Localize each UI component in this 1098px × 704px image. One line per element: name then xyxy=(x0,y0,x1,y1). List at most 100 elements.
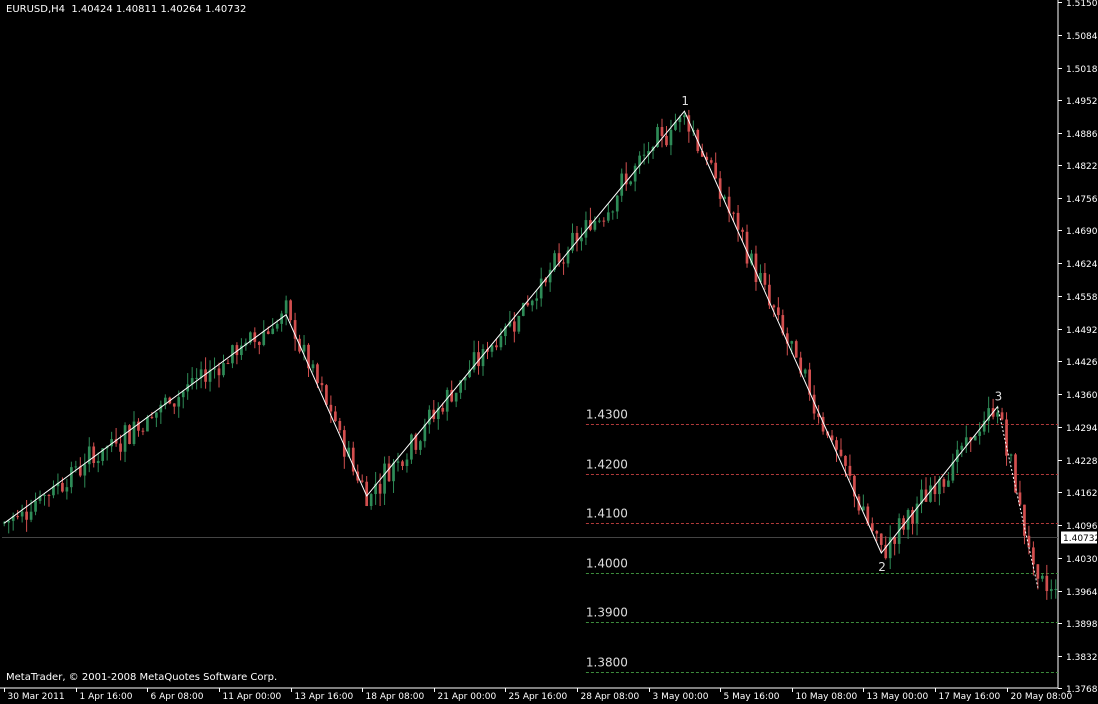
x-tick-label: 10 May 08:00 xyxy=(796,692,858,702)
candle-body xyxy=(34,500,37,512)
candle-body xyxy=(996,412,999,417)
candle-body xyxy=(316,364,319,384)
candle-body xyxy=(683,115,686,118)
candle-body xyxy=(65,487,69,492)
y-tick-label: 1.40960 xyxy=(1066,522,1098,532)
candle-body xyxy=(141,430,145,432)
y-tick-label: 1.42280 xyxy=(1066,457,1098,467)
candle-body xyxy=(714,162,718,179)
candle-body xyxy=(776,307,780,316)
candle-body xyxy=(257,341,261,345)
y-tick-label: 1.42940 xyxy=(1066,424,1098,434)
copyright-text: MetaTrader, © 2001-2008 MetaQuotes Softw… xyxy=(6,672,278,683)
candle-body xyxy=(25,511,28,520)
candle-body xyxy=(155,412,158,418)
y-tick-label: 1.44260 xyxy=(1066,358,1098,368)
candle-body xyxy=(334,411,337,422)
candle-body xyxy=(222,363,225,376)
candle-body xyxy=(284,300,288,314)
price-level-label: 1.4000 xyxy=(586,557,628,571)
candle-body xyxy=(262,331,266,345)
price-chart[interactable]: 1.51500 1.50840 1.50180 1.49520 1.48860 1.482… xyxy=(0,0,1098,704)
candle-body xyxy=(226,363,230,365)
candle-body xyxy=(1027,535,1031,548)
candle-body xyxy=(745,231,749,264)
wave-label: 2 xyxy=(878,560,886,574)
candle-body xyxy=(338,421,342,431)
candle-body xyxy=(1009,454,1013,456)
candle-body xyxy=(445,389,449,412)
candle-body xyxy=(803,369,807,374)
candle-body xyxy=(369,494,373,507)
candle-body xyxy=(539,278,543,299)
current-price-label: 1.40732 xyxy=(1063,534,1098,544)
candle-body xyxy=(20,511,24,517)
candle-body xyxy=(929,485,932,502)
candle-body xyxy=(879,533,883,545)
wave-label: 1 xyxy=(681,94,689,108)
y-tick-label: 1.51500 xyxy=(1066,0,1098,9)
candle-body xyxy=(772,305,776,308)
candle-body xyxy=(593,221,597,230)
candle-body xyxy=(419,441,422,450)
candle-body xyxy=(1032,547,1035,565)
y-tick-label: 1.46240 xyxy=(1066,260,1098,270)
candle-body xyxy=(732,212,735,214)
candle-body xyxy=(74,466,78,468)
candle-body xyxy=(580,237,583,242)
candle-body xyxy=(266,331,270,334)
candle-body xyxy=(947,480,950,487)
candle-body xyxy=(763,272,767,285)
candle-body xyxy=(1049,589,1053,592)
candle-body xyxy=(150,416,154,418)
candle-body xyxy=(754,253,758,283)
y-tick-label: 1.49520 xyxy=(1066,97,1098,107)
candle-body xyxy=(535,298,539,301)
candle-body xyxy=(642,154,646,156)
candle-body xyxy=(92,446,96,464)
candle-body xyxy=(271,328,275,334)
candle-body xyxy=(43,495,46,497)
y-tick-label: 1.46900 xyxy=(1066,227,1098,237)
x-tick-label: 13 May 00:00 xyxy=(867,692,929,702)
x-tick-label: 3 May 00:00 xyxy=(653,692,709,702)
zigzag-projection-line xyxy=(997,406,1039,588)
price-level-label: 1.3800 xyxy=(586,656,628,670)
candle-body xyxy=(410,434,413,460)
y-tick-label: 1.50840 xyxy=(1066,32,1098,42)
candle-body xyxy=(16,516,20,518)
x-tick-label: 6 Apr 08:00 xyxy=(151,692,204,702)
candle-body xyxy=(47,495,51,497)
candle-body xyxy=(441,407,445,412)
candle-body xyxy=(378,483,382,494)
candle-body xyxy=(195,377,198,379)
candle-body xyxy=(602,220,606,222)
candle-body xyxy=(1040,575,1044,579)
candle-body xyxy=(289,300,292,321)
candle-body xyxy=(709,160,713,163)
price-level-label: 1.4200 xyxy=(586,458,628,472)
candle-body xyxy=(598,220,601,222)
candle-body xyxy=(401,461,404,467)
candle-body xyxy=(794,341,798,358)
candle-body xyxy=(172,403,176,407)
candle-body xyxy=(146,416,149,432)
candle-body xyxy=(875,531,879,534)
candle-body xyxy=(499,336,503,348)
candle-body xyxy=(29,511,33,520)
candle-body xyxy=(311,364,315,369)
y-tick-label: 1.39640 xyxy=(1066,588,1098,598)
y-tick-label: 1.45580 xyxy=(1066,293,1098,303)
candle-body xyxy=(495,345,498,348)
candle-body xyxy=(848,465,852,476)
candle-body xyxy=(633,165,637,182)
candle-body xyxy=(548,269,552,283)
candle-body xyxy=(481,349,485,367)
candle-body xyxy=(128,425,131,445)
candle-body xyxy=(119,443,122,452)
candle-body xyxy=(844,455,847,466)
candle-body xyxy=(736,212,740,230)
candle-body xyxy=(978,431,982,436)
x-tick-label: 17 May 16:00 xyxy=(939,692,1001,702)
candle-body xyxy=(177,397,181,407)
